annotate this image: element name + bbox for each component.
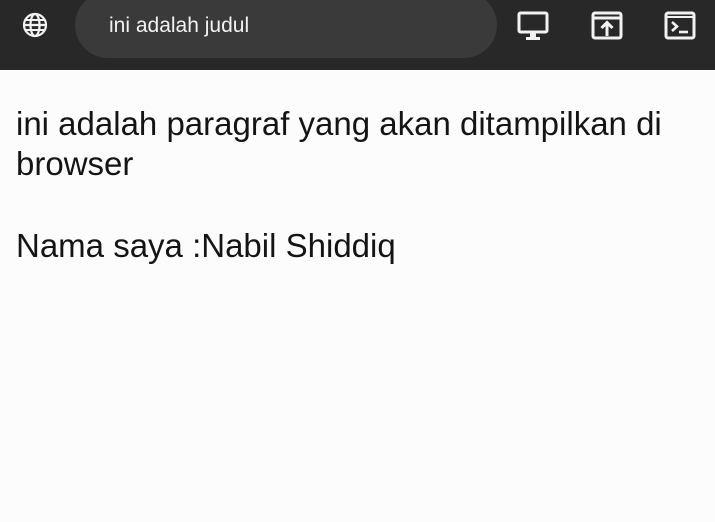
address-bar[interactable]: ini adalah judul <box>75 0 497 58</box>
console-button[interactable] <box>662 8 698 44</box>
open-in-window-button[interactable] <box>589 8 625 44</box>
name-value: Nabil Shiddiq <box>201 227 396 264</box>
paragraph-text: ini adalah paragraf yang akan ditampilka… <box>16 105 662 182</box>
terminal-icon <box>664 11 696 40</box>
site-info-button[interactable] <box>18 8 52 42</box>
globe-icon <box>22 12 48 38</box>
desktop-view-button[interactable] <box>515 8 551 44</box>
browser-toolbar: ini adalah judul <box>0 0 715 70</box>
name-label: Nama saya : <box>16 227 202 264</box>
page-title: ini adalah judul <box>109 14 250 37</box>
page-content: ini adalah paragraf yang akan ditampilka… <box>16 104 706 266</box>
desktop-icon <box>517 11 549 40</box>
open-in-window-icon <box>591 11 623 40</box>
name-line: Nama saya :Nabil Shiddiq <box>16 226 706 266</box>
